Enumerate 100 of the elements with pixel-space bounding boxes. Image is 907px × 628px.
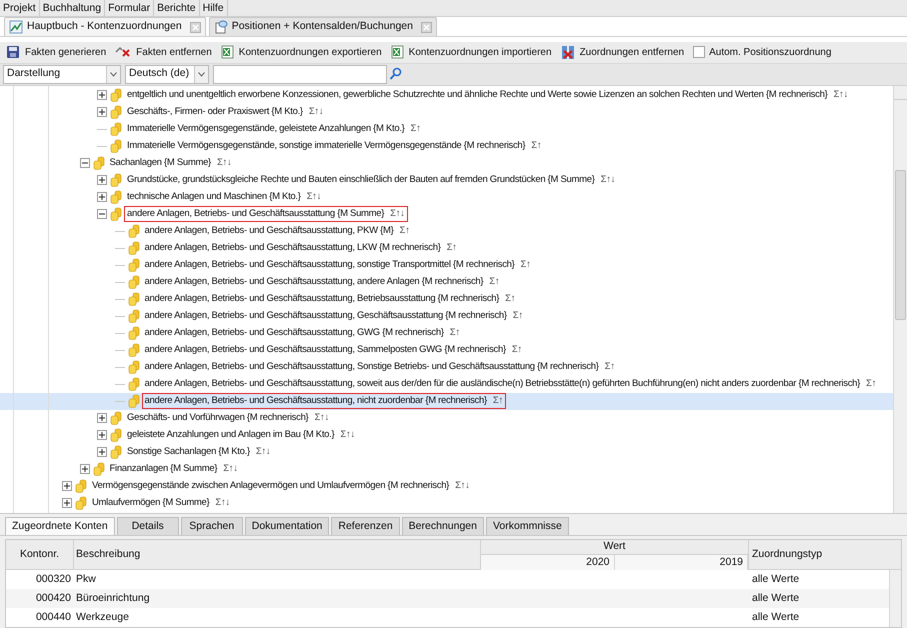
column-header: Kontonr.: [6, 540, 74, 570]
tree-row[interactable]: andere Anlagen, Betriebs- und Geschäftsausstattung, andere Anlagen {M rechnerisch} Σ↑: [0, 274, 893, 291]
menu-item[interactable]: Formular: [105, 0, 154, 16]
expand-toggle[interactable]: [62, 481, 72, 492]
node-text: Umlaufvermögen {M Summe}: [92, 496, 210, 510]
tree-row[interactable]: Vermögensgegenstände zwischen Anlagevermögen und Umlaufvermögen {M rechnerisch} Σ↑↓: [0, 478, 893, 495]
save-icon: [6, 45, 20, 60]
panel-tab[interactable]: Berechnungen: [402, 517, 484, 536]
tree-row[interactable]: andere Anlagen, Betriebs- und Geschäftsausstattung, Betriebsausstattung {M rechnerisch} Σ↑: [0, 290, 893, 308]
chevron-down-icon: [110, 72, 117, 77]
expand-toggle[interactable]: [62, 498, 72, 508]
view-dropdown[interactable]: Darstellung: [3, 64, 121, 84]
coin-folder-icon: [128, 241, 140, 256]
node-text: andere Anlagen, Betriebs- und Geschäftsausstattung, Betriebsausstattung {M rechnerisch}: [144, 292, 500, 306]
coin-folder-icon: [128, 224, 140, 238]
tree-row[interactable]: andere Anlagen, Betriebs- und Geschäftsausstattung, Geschäftsausstattung {M rechnerisch} Σ↑: [0, 308, 893, 325]
node-text: andere Anlagen, Betriebs- und Geschäftsausstattung, nicht zuordenbar {M rechnerisch}: [144, 394, 487, 408]
tree-row[interactable]: Immaterielle Vermögensgegenstände, geleistete Anzahlungen {M Kto.} Σ↑: [0, 120, 893, 138]
expand-toggle[interactable]: [97, 192, 107, 202]
tree-row[interactable]: andere Anlagen, Betriebs- und Geschäftsausstattung, nicht zuordenbar {M rechnerisch} Σ↑: [0, 392, 893, 410]
plus-icon: [99, 194, 105, 200]
panel-tab[interactable]: Zugeordnete Konten: [5, 517, 115, 536]
collapse-toggle[interactable]: [97, 209, 107, 220]
tree-row[interactable]: Grundstücke, grundstücksgleiche Rechte und Bauten einschließlich der Bauten auf fremden Grundstücken {M Summe} Σ↑↓: [0, 172, 893, 189]
flags-text: Σ↑: [505, 292, 516, 306]
coin-folder-icon: [128, 360, 140, 374]
toolbar-button[interactable]: Kontenzuordnungen importieren: [390, 44, 552, 60]
table-cell-text: 000440: [34, 610, 72, 625]
coin-folder-icon: [128, 377, 140, 392]
table-cell-text: Pkw: [75, 572, 97, 587]
plus-icon: [99, 177, 105, 184]
tree-row[interactable]: geleistete Anzahlungen und Anlagen im Bau {M Kto.} Σ↑↓: [0, 426, 893, 444]
tree-row[interactable]: andere Anlagen, Betriebs- und Geschäftsausstattung, LKW {M rechnerisch} Σ↑: [0, 240, 893, 257]
coin-folder-icon: [128, 258, 140, 272]
tree-row[interactable]: andere Anlagen, Betriebs- und Geschäftsausstattung, sonstige Transportmittel {M rechnerisch} Σ↑: [0, 256, 893, 274]
tree-row[interactable]: Geschäfts-, Firmen- oder Praxiswert {M Kto.} Σ↑↓: [0, 104, 893, 121]
toolbar-button[interactable]: Zuordnungen entfernen: [560, 44, 684, 60]
flags-text: Σ↑↓: [600, 173, 616, 188]
scrollbar[interactable]: [889, 570, 901, 628]
tree-row[interactable]: andere Anlagen, Betriebs- und Geschäftsausstattung, PKW {M} Σ↑: [0, 222, 893, 240]
tree-row[interactable]: Umlaufvermögen {M Summe} Σ↑↓: [0, 494, 893, 512]
toolbar-button[interactable]: Kontenzuordnungen exportieren: [220, 44, 382, 60]
table-cell-text: 000420: [34, 590, 72, 606]
expand-toggle[interactable]: [97, 430, 107, 440]
panel-tab[interactable]: Details: [116, 517, 179, 536]
table-cell-text: 000320: [34, 572, 72, 587]
flags-text: Σ↑↓: [340, 428, 355, 442]
scrollbar[interactable]: [893, 86, 907, 514]
expand-toggle[interactable]: [97, 107, 107, 118]
menu-item[interactable]: Buchhaltung: [40, 0, 106, 16]
node-text: andere Anlagen, Betriebs- und Geschäftsausstattung {M Summe}: [127, 207, 384, 222]
panel-tab[interactable]: Vorkommnisse: [486, 517, 569, 536]
expand-toggle[interactable]: [97, 175, 107, 186]
tree-row[interactable]: Sonstige Sachanlagen {M Kto.} Σ↑↓: [0, 444, 893, 461]
tree-row[interactable]: Sachanlagen {M Summe} Σ↑↓: [0, 154, 893, 172]
tree-row[interactable]: andere Anlagen, Betriebs- und Geschäftsausstattung, GWG {M rechnerisch} Σ↑: [0, 324, 893, 342]
tree-row[interactable]: andere Anlagen, Betriebs- und Geschäftsausstattung {M Summe} Σ↑↓: [0, 206, 893, 223]
tree-row[interactable]: Immaterielle Vermögensgegenstände, sonstige immaterielle Vermögensgegenstände {M rechnerisch} Σ↑: [0, 138, 893, 155]
search-field[interactable]: [213, 64, 387, 84]
tree-row[interactable]: technische Anlagen und Maschinen {M Kto.} Σ↑↓: [0, 188, 893, 206]
search-icon[interactable]: [389, 67, 402, 82]
plus-icon: [99, 92, 105, 98]
plus-icon: [99, 449, 105, 456]
panel-tab[interactable]: Referenzen: [331, 517, 400, 536]
node-text: Sachanlagen {M Summe}: [110, 156, 211, 170]
coin-folder-icon: [110, 207, 122, 222]
spreadsheet-icon: [390, 45, 404, 60]
toolbar-button[interactable]: Fakten generieren: [6, 44, 106, 60]
flags-text: Σ↑↓: [306, 190, 322, 204]
expand-toggle[interactable]: [97, 90, 107, 100]
tree-row[interactable]: Geschäfts- und Vorführwagen {M rechnerisch} Σ↑↓: [0, 410, 893, 427]
flags-text: Σ↑↓: [833, 88, 848, 102]
flags-text: Σ↑: [512, 309, 523, 324]
expand-toggle[interactable]: [97, 447, 107, 458]
node-text: andere Anlagen, Betriebs- und Geschäftsausstattung, sonstige Transportmittel {M rechnerisch}: [144, 258, 515, 272]
expand-toggle[interactable]: [97, 413, 107, 424]
node-text: Immaterielle Vermögensgegenstände, geleistete Anzahlungen {M Kto.}: [127, 122, 405, 136]
menu-item[interactable]: Berichte: [154, 0, 200, 16]
tree-row[interactable]: andere Anlagen, Betriebs- und Geschäftsausstattung, Sammelposten GWG {M rechnerisch} Σ↑: [0, 342, 893, 359]
flags-text: Σ↑↓: [390, 207, 405, 222]
tree-row[interactable]: entgeltlich und unentgeltlich erworbene Konzessionen, gewerbliche Schutzrechte und ähnliche Rechte und Werte sowie Lizenzen an solchen Rechten und Werten {M rechnerisch} Σ↑↓: [0, 86, 893, 104]
tree-row[interactable]: andere Anlagen, Betriebs- und Geschäftsausstattung, soweit aus der/den für die ausländische(n) Betriebsstätte(n) geführten Buchführung(en) nicht anders zuordenbar {M rechnerisch} Σ↑: [0, 376, 893, 393]
checkbox[interactable]: [693, 46, 706, 58]
toolbar-button[interactable]: Fakten entfernen: [115, 44, 212, 60]
coin-folder-icon: [110, 190, 122, 204]
panel-tab[interactable]: Sprachen: [180, 517, 243, 536]
document-tab[interactable]: Hauptbuch - Kontenzuordnungen: [4, 17, 206, 36]
minus-icon: [99, 211, 105, 218]
expand-toggle[interactable]: [80, 464, 90, 474]
menu-item[interactable]: Projekt: [0, 0, 40, 16]
coin-folder-icon: [110, 105, 122, 120]
panel-tab[interactable]: Dokumentation: [244, 517, 330, 536]
tree-row[interactable]: andere Anlagen, Betriebs- und Geschäftsausstattung, Sonstige Betriebs- und Geschäftsausstattung {M rechnerisch} Σ↑: [0, 358, 893, 376]
language-dropdown[interactable]: Deutsch (de): [125, 64, 209, 84]
menu-item[interactable]: Hilfe: [200, 0, 228, 16]
document-tab[interactable]: Positionen + Kontensalden/Buchungen: [208, 17, 437, 36]
collapse-toggle[interactable]: [80, 158, 90, 168]
tree-row[interactable]: Finanzanlagen {M Summe} Σ↑↓: [0, 460, 893, 478]
plus-icon: [99, 432, 105, 438]
plus-icon: [64, 483, 70, 490]
